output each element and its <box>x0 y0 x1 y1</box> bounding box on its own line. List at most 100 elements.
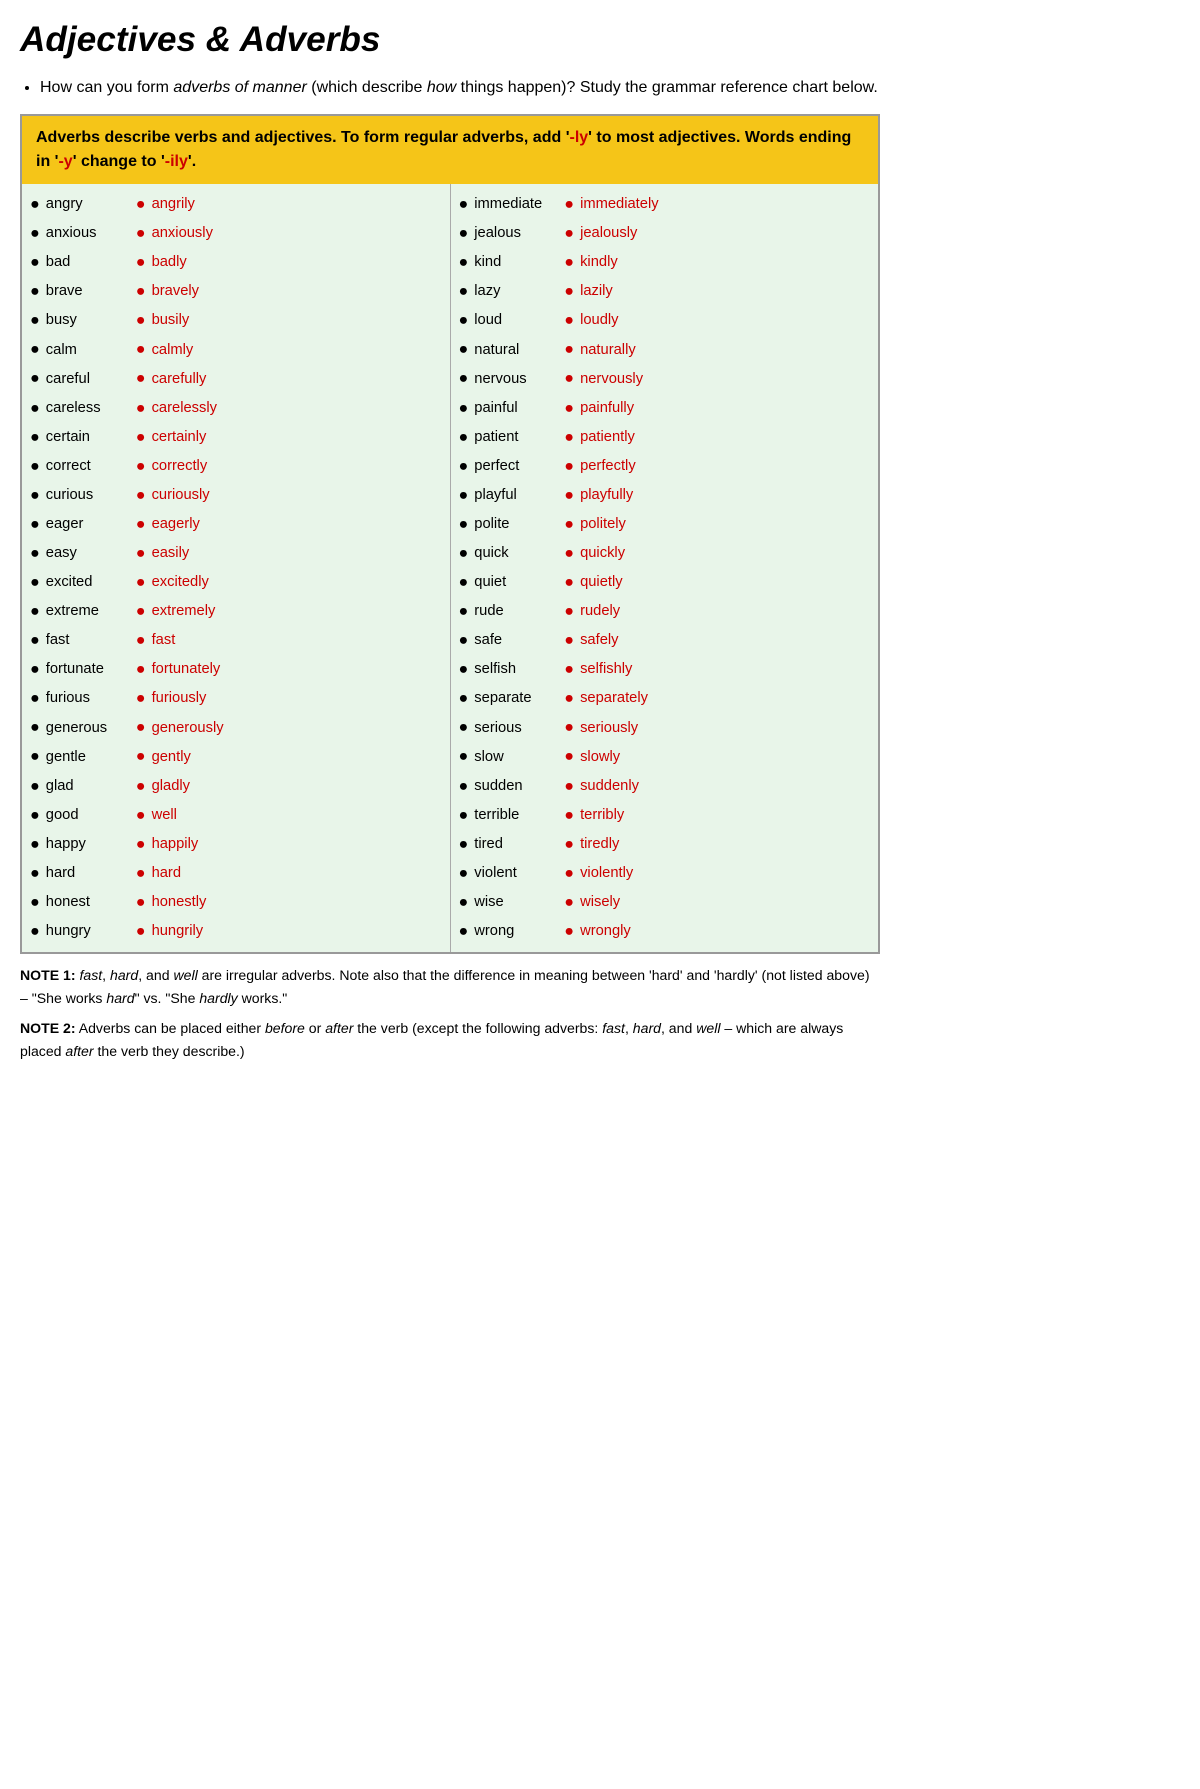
adv-bullet: ● <box>564 192 574 217</box>
word-row: ●terrible●terribly <box>459 801 871 830</box>
adv-bullet: ● <box>136 570 146 595</box>
adverb-word: suddenly <box>580 775 639 798</box>
word-row: ●careless●carelessly <box>30 394 442 423</box>
adverb-word: terribly <box>580 804 624 827</box>
adjective-word: gentle <box>46 746 136 769</box>
adv-bullet: ● <box>564 744 574 769</box>
word-row: ●wrong● wrongly <box>459 917 871 946</box>
adjective-word: fortunate <box>46 658 136 681</box>
adjective-word: careful <box>46 368 136 391</box>
word-row: ●separate●separately <box>459 684 871 713</box>
adv-bullet: ● <box>136 803 146 828</box>
adverb-word: carelessly <box>152 397 217 420</box>
adv-bullet: ● <box>136 483 146 508</box>
adverb-word: wrongly <box>580 920 631 943</box>
adv-bullet: ● <box>564 570 574 595</box>
adj-bullet: ● <box>30 657 40 682</box>
adverb-word: selfishly <box>580 658 632 681</box>
adj-bullet: ● <box>459 250 469 275</box>
word-row: ●rude●rudely <box>459 597 871 626</box>
right-column: ●immediate●immediately●jealous●jealously… <box>451 184 879 952</box>
note1-comma: , <box>102 967 106 983</box>
adverb-word: extremely <box>152 600 216 623</box>
word-row: ●calm●calmly <box>30 335 442 364</box>
adjective-word: immediate <box>474 193 564 216</box>
adj-bullet: ● <box>459 454 469 479</box>
word-row: ●hard●hard <box>30 859 442 888</box>
adverb-word: badly <box>152 251 187 274</box>
adverb-word: kindly <box>580 251 618 274</box>
adjective-word: quick <box>474 542 564 565</box>
adj-bullet: ● <box>459 890 469 915</box>
word-row: ●lazy●lazily <box>459 277 871 306</box>
adverb-word: immediately <box>580 193 659 216</box>
adverb-word: bravely <box>152 280 199 303</box>
adjective-word: nervous <box>474 368 564 391</box>
word-row: ●easy●easily <box>30 539 442 568</box>
adj-bullet: ● <box>459 279 469 304</box>
adj-bullet: ● <box>459 774 469 799</box>
word-row: ●painful●painfully <box>459 394 871 423</box>
adj-bullet: ● <box>30 425 40 450</box>
adv-bullet: ● <box>136 686 146 711</box>
adv-bullet: ● <box>136 337 146 362</box>
adj-bullet: ● <box>30 599 40 624</box>
adverb-word: hungrily <box>152 920 204 943</box>
adverb-word: carefully <box>152 368 207 391</box>
adj-bullet: ● <box>459 744 469 769</box>
chart-container: Adverbs describe verbs and adjectives. T… <box>20 114 880 954</box>
adj-bullet: ● <box>459 919 469 944</box>
adj-bullet: ● <box>30 308 40 333</box>
word-row: ●certain●certainly <box>30 423 442 452</box>
adverb-word: playfully <box>580 484 633 507</box>
adjective-word: wise <box>474 891 564 914</box>
word-row: ●bad●badly <box>30 248 442 277</box>
adv-bullet: ● <box>136 425 146 450</box>
note2: NOTE 2: Adverbs can be placed either bef… <box>20 1017 880 1062</box>
adverb-word: rudely <box>580 600 620 623</box>
adjective-word: slow <box>474 746 564 769</box>
adjective-word: calm <box>46 339 136 362</box>
word-row: ●correct●correctly <box>30 452 442 481</box>
word-row: ●perfect●perfectly <box>459 452 871 481</box>
adj-bullet: ● <box>30 396 40 421</box>
adjective-word: good <box>46 804 136 827</box>
word-row: ●kind●kindly <box>459 248 871 277</box>
word-row: ●nervous●nervously <box>459 364 871 393</box>
adj-bullet: ● <box>30 250 40 275</box>
word-row: ●glad●gladly <box>30 772 442 801</box>
adjective-word: excited <box>46 571 136 594</box>
adjective-word: hard <box>46 862 136 885</box>
note1-fast: fast <box>79 967 102 983</box>
adv-bullet: ● <box>136 366 146 391</box>
word-row: ●tired●tiredly <box>459 830 871 859</box>
word-row: ●gentle●gently <box>30 742 442 771</box>
adj-bullet: ● <box>459 192 469 217</box>
word-row: ●wise●wisely <box>459 888 871 917</box>
adverb-word: loudly <box>580 309 618 332</box>
adverb-word: furiously <box>152 687 207 710</box>
adjective-word: separate <box>474 687 564 710</box>
adverb-word: naturally <box>580 339 636 362</box>
adv-bullet: ● <box>564 919 574 944</box>
adj-bullet: ● <box>30 221 40 246</box>
adv-bullet: ● <box>564 599 574 624</box>
word-row: ●safe●safely <box>459 626 871 655</box>
adverb-word: safely <box>580 629 618 652</box>
adjective-word: wrong <box>474 920 564 943</box>
adj-bullet: ● <box>459 628 469 653</box>
adv-bullet: ● <box>136 541 146 566</box>
chart-header: Adverbs describe verbs and adjectives. T… <box>22 116 878 184</box>
adv-bullet: ● <box>564 483 574 508</box>
word-row: ●immediate● immediately <box>459 190 871 219</box>
adv-bullet: ● <box>564 221 574 246</box>
left-column: ●angry●angrily●anxious●anxiously●bad●bad… <box>22 184 451 952</box>
adj-bullet: ● <box>30 192 40 217</box>
adj-bullet: ● <box>459 803 469 828</box>
adverb-word: angrily <box>152 193 195 216</box>
adv-bullet: ● <box>136 861 146 886</box>
adv-bullet: ● <box>136 657 146 682</box>
adj-bullet: ● <box>30 541 40 566</box>
note2-label: NOTE 2: <box>20 1020 76 1036</box>
adjective-word: honest <box>46 891 136 914</box>
